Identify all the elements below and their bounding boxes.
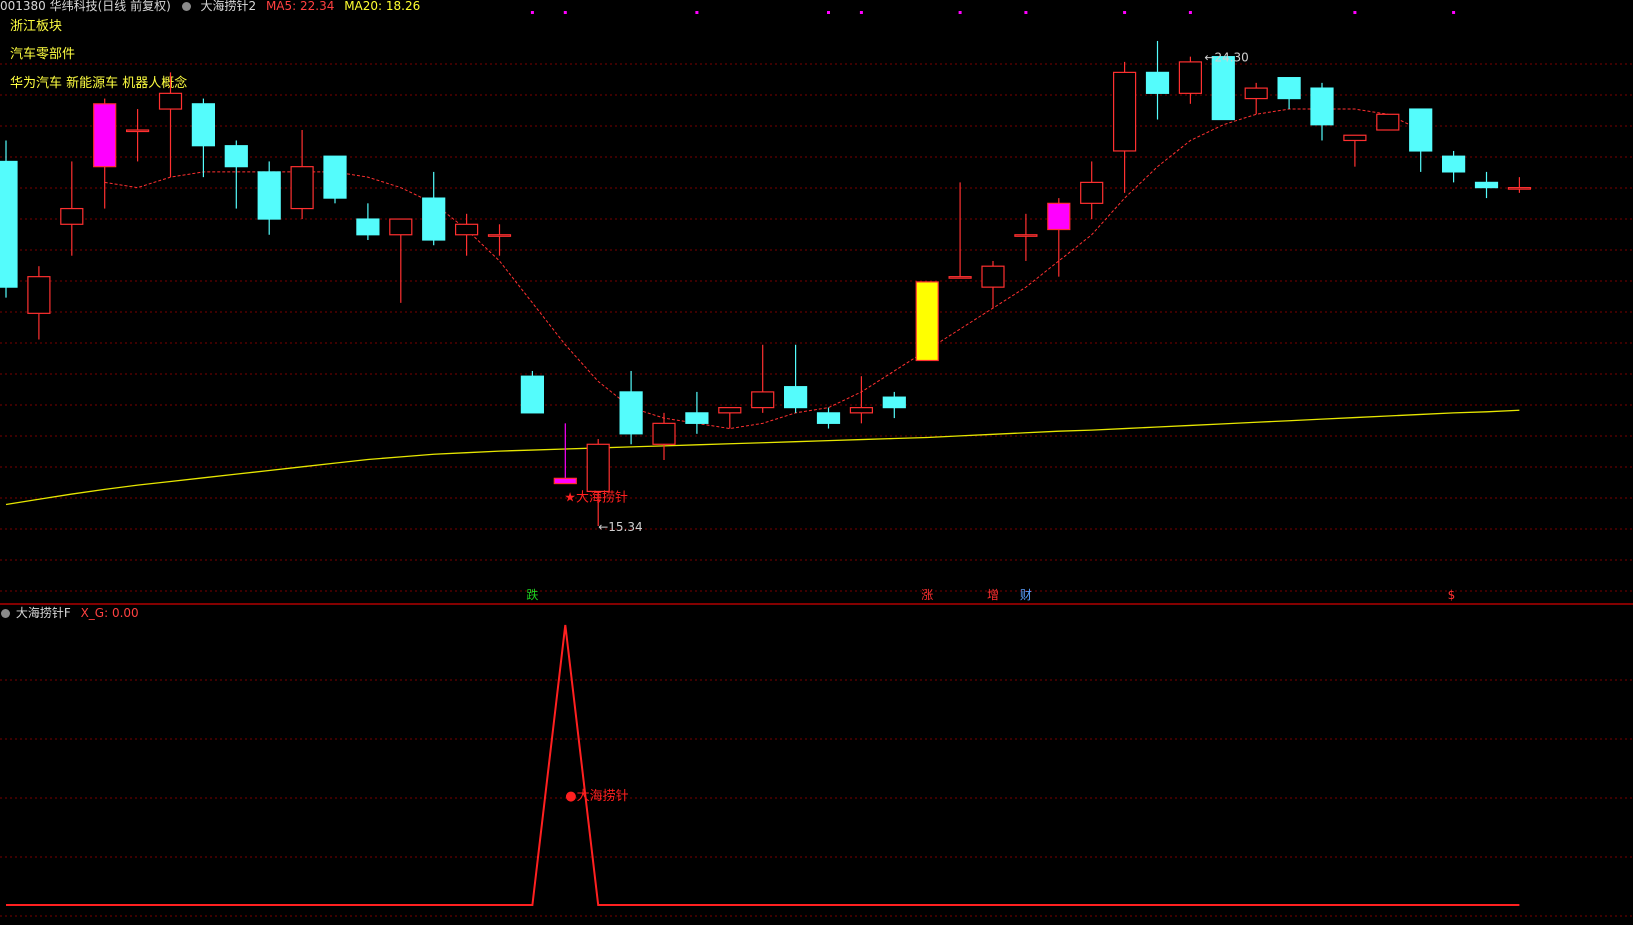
candle-body bbox=[1047, 202, 1071, 231]
candle-body bbox=[1376, 113, 1400, 131]
sub-indicator-value: X_G: 0.00 bbox=[80, 606, 139, 620]
candle-body bbox=[1112, 71, 1137, 152]
candle-body bbox=[1145, 71, 1170, 94]
top-marker-dot bbox=[530, 11, 534, 14]
candle-body bbox=[487, 234, 512, 237]
candle-body bbox=[455, 223, 479, 236]
candle-body bbox=[520, 375, 545, 414]
candle-body bbox=[915, 281, 939, 362]
candle-body bbox=[1409, 108, 1433, 152]
high-price-label: ←24.30 bbox=[1204, 51, 1248, 65]
event-marker: 财 bbox=[1020, 588, 1032, 602]
candle-body bbox=[1178, 61, 1203, 94]
top-marker-dot bbox=[1353, 11, 1357, 14]
candle-body bbox=[27, 276, 51, 314]
candle-body bbox=[849, 407, 874, 414]
candle-body bbox=[158, 92, 183, 110]
candle-body bbox=[422, 197, 446, 241]
candle-body bbox=[685, 412, 709, 424]
candle-body bbox=[224, 145, 248, 168]
event-marker: 跌 bbox=[526, 587, 538, 602]
candle-body bbox=[0, 160, 18, 288]
candle-body bbox=[1244, 87, 1268, 100]
candle-body bbox=[981, 265, 1005, 288]
candle-body bbox=[1441, 155, 1466, 173]
candle-body bbox=[1080, 181, 1104, 204]
top-marker-dot bbox=[859, 11, 863, 14]
sub-indicator-name[interactable]: 大海捞针F bbox=[16, 606, 71, 620]
candle-body bbox=[257, 171, 281, 220]
top-marker-dot bbox=[1123, 11, 1127, 14]
candle-body bbox=[751, 391, 775, 409]
candle-body bbox=[125, 129, 150, 133]
candle-body bbox=[1014, 234, 1038, 237]
top-marker-dot bbox=[958, 11, 962, 14]
candle-body bbox=[323, 155, 347, 199]
candle-body bbox=[882, 396, 906, 409]
candle-body bbox=[619, 391, 643, 435]
signal-label: ★大海捞针 bbox=[564, 490, 628, 506]
candlestick-chart[interactable]: ←24.30 ←15.34 ★大海捞针跌 涨 增 财 $ ●大海捞针 bbox=[0, 0, 1633, 925]
top-marker-dot bbox=[695, 11, 699, 14]
candle-body bbox=[1277, 77, 1301, 100]
top-marker-dot bbox=[827, 11, 830, 14]
event-marker: $ bbox=[1448, 588, 1456, 602]
candle-body bbox=[553, 477, 577, 485]
candle-body bbox=[1211, 56, 1235, 121]
top-marker-dot bbox=[1452, 11, 1456, 14]
event-marker: 涨 bbox=[921, 587, 933, 602]
sub-indicator-toggle-icon[interactable] bbox=[1, 609, 10, 618]
candle-body bbox=[652, 422, 676, 445]
candle-body bbox=[1343, 134, 1367, 142]
candle-body bbox=[60, 207, 84, 225]
candle-body bbox=[191, 103, 215, 147]
ma20-line bbox=[5, 409, 1520, 506]
candle-body bbox=[816, 412, 841, 424]
candle-body bbox=[783, 386, 808, 409]
candle-body bbox=[1474, 181, 1499, 189]
top-marker-dot bbox=[1024, 11, 1028, 14]
top-marker-dot bbox=[1188, 11, 1192, 14]
candle-body bbox=[586, 443, 610, 493]
candle-body bbox=[389, 218, 413, 236]
low-price-label: ←15.34 bbox=[598, 520, 642, 534]
candle-body bbox=[718, 407, 742, 414]
sub-panel-header: 大海捞针F X_G: 0.00 bbox=[0, 604, 139, 621]
top-marker-dot bbox=[563, 11, 567, 14]
candle-body bbox=[1310, 87, 1334, 126]
candle-body bbox=[1507, 187, 1532, 190]
candle-body bbox=[948, 276, 972, 279]
candle-body bbox=[356, 218, 380, 236]
event-marker: 增 bbox=[987, 588, 999, 602]
candle-body bbox=[290, 166, 314, 210]
chart-window: 001380 华纬科技(日线 前复权) 大海捞针2 MA5: 22.34 MA2… bbox=[0, 0, 1633, 925]
sub-signal-label: ●大海捞针 bbox=[565, 788, 628, 804]
candle-body bbox=[93, 103, 117, 168]
signal-line bbox=[6, 624, 1520, 906]
